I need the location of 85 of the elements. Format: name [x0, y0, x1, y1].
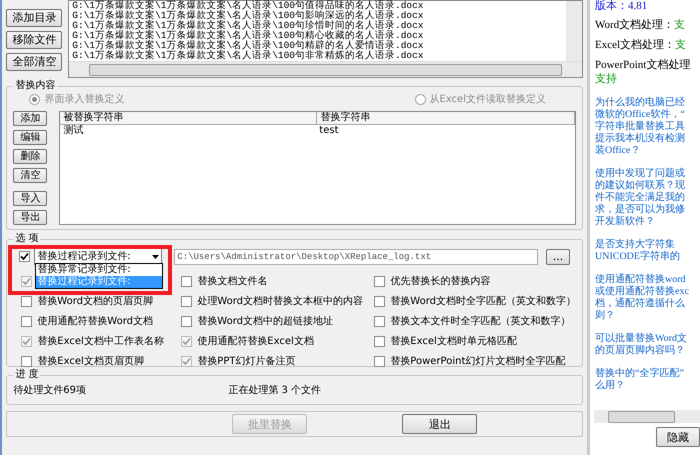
file-path[interactable]: G:\1万条爆款文案\1万条爆款文案\名人语录\100句精辟的名人爱情语录.docx [72, 41, 562, 51]
faq-link[interactable]: 档，通配符遵循什么 [595, 298, 700, 310]
checkbox[interactable] [181, 316, 192, 327]
faq-link[interactable]: 则？ [595, 310, 700, 322]
checkbox[interactable] [21, 296, 32, 307]
faq-link[interactable]: 或使用通配符替换exc [595, 286, 700, 298]
file-path[interactable]: G:\1万条爆款文案\1万条爆款文案\名人语录\100句影响深远的名人语录.docx [72, 11, 562, 21]
faq-link[interactable]: 开发新软件？ [595, 216, 700, 228]
replace-button[interactable]: 编辑 [13, 130, 48, 145]
checkbox[interactable] [374, 316, 386, 327]
faq-link[interactable]: 么用？ [595, 380, 700, 392]
checkbox-label[interactable]: 替换Word文档中的超链接地址 [197, 315, 333, 328]
replace-table[interactable]: 被替换字符串 替换字符串 测试 test [59, 111, 576, 225]
faq-link[interactable]: 替换中的“全字匹配” [595, 368, 700, 380]
horizontal-scrollbar[interactable] [594, 410, 700, 423]
support-value: 支持 [595, 73, 617, 85]
checkbox[interactable] [374, 356, 386, 367]
checkbox-label[interactable]: 处理Word文档时替换文本框中的内容 [197, 295, 363, 308]
file-list[interactable] [68, 0, 583, 78]
dropdown-arrow-icon [152, 254, 160, 258]
file-path[interactable]: G:\1万条爆款文案\1万条爆款文案\名人语录\100句非常精炼的名人语录.docx [72, 51, 562, 61]
faq-link[interactable]: 的页眉页脚内容吗？ [595, 345, 700, 357]
replace-button[interactable]: 导出 [13, 210, 48, 225]
table-cell-text: 测试 [62, 125, 84, 137]
faq-link[interactable]: 使用通配符替换word [595, 274, 700, 286]
faq-link[interactable]: 求，是否可以为我修 [595, 204, 700, 216]
horizontal-scrollbar[interactable] [69, 61, 582, 77]
checkbox[interactable] [21, 356, 32, 367]
support-label: PowerPoint文档处理 [595, 59, 690, 71]
log-path-field[interactable]: C:\Users\Administrator\Desktop\XReplace_log.txt [174, 248, 538, 264]
faq-link[interactable]: 可以批量替换Word文 [595, 333, 700, 345]
checkbox[interactable] [374, 336, 386, 347]
column-header[interactable]: 被替换字符串 [60, 112, 318, 124]
checkbox[interactable] [374, 296, 386, 307]
replace-button[interactable]: 添加 [13, 111, 48, 126]
faq-link[interactable]: 是否支持大字符集 [595, 239, 700, 251]
faq-link[interactable]: 微软的Office软件，“ [595, 109, 700, 121]
file-path[interactable]: G:\1万条爆款文案\1万条爆款文案\名人语录\100句精心收藏的名人语录.docx [72, 31, 562, 41]
support-label: Excel文档处理： [595, 39, 676, 51]
faq-link[interactable]: 使用中发现了问题或 [595, 168, 700, 180]
checkbox-label[interactable]: 使用通配符替换Word文档 [37, 315, 153, 328]
file-path[interactable]: G:\1万条爆款文案\1万条爆款文案\名人语录\100句值得品味的名人语录.docx [72, 1, 562, 11]
faq-link[interactable]: UNICODE字符串的 [595, 251, 700, 263]
checkbox[interactable] [21, 316, 32, 327]
support-value: 支 [675, 39, 686, 51]
browse-button[interactable]: ... [546, 248, 570, 264]
faq-link[interactable]: 件不能完全满足我的 [595, 192, 700, 204]
faq-link[interactable]: 装Office？ [595, 145, 700, 157]
checkbox[interactable] [374, 276, 386, 287]
checkbox-label[interactable]: 替换Excel文档时单元格匹配 [390, 335, 517, 348]
vertical-scrollbar[interactable] [566, 1, 582, 61]
file-button[interactable]: 添加目录 [6, 9, 62, 27]
group-title: 选 项 [13, 233, 40, 245]
faq-link[interactable]: 字符串批量替换工具 [595, 121, 700, 133]
checkbox-label[interactable]: 替换PowerPoint幻灯片文档时全字匹配 [390, 355, 566, 368]
group-title: 进 度 [13, 369, 40, 381]
file-button[interactable]: 全部清空 [6, 53, 62, 71]
faq-link[interactable]: 的建议如何联系？现 [595, 180, 700, 192]
checkbox-label[interactable]: 替换Word文档时全字匹配（英文和数字） [390, 295, 576, 308]
file-button[interactable]: 移除文件 [6, 31, 62, 49]
progress-status: 正在处理第 3 个文件 [228, 385, 322, 397]
checkbox-label[interactable]: 替换Excel文档页眉页脚 [37, 355, 144, 368]
checkbox-label[interactable]: 替换文本文件时全字匹配（英文和数字） [390, 315, 570, 328]
dropdown-option[interactable]: 替换异常记录到文件: [36, 264, 162, 276]
table-cell-text: test [318, 125, 340, 137]
checkbox[interactable] [181, 276, 192, 287]
file-path[interactable]: G:\1万条爆款文案\1万条爆款文案\名人语录\100句珍惜时间的名人语录.docx [72, 21, 562, 31]
replace-button[interactable]: 导入 [13, 191, 48, 206]
group-title: 替换内容 [13, 80, 58, 92]
hide-button[interactable]: 隐藏 [656, 427, 700, 447]
support-label: Word文档处理： [595, 19, 674, 31]
pending-count: 待处理文件69项 [13, 385, 88, 397]
action-button[interactable]: 退出 [402, 414, 478, 434]
faq-link[interactable]: 为什么我的电脑已经 [595, 97, 700, 109]
version-text: 版本：4.81 [595, 0, 648, 12]
checkbox-label[interactable]: 替换Word文档的页眉页脚 [37, 295, 153, 308]
checkbox-label[interactable]: 替换文档文件名 [197, 275, 268, 288]
replace-button[interactable]: 删除 [13, 149, 48, 164]
checkbox-label[interactable]: 优先替换长的替换内容 [390, 275, 490, 288]
replace-button[interactable]: 清空 [13, 168, 48, 183]
checkbox[interactable] [181, 296, 192, 307]
column-header[interactable]: 替换字符串 [317, 112, 575, 124]
checkbox[interactable] [19, 251, 30, 262]
faq-link[interactable]: 提示我本机没有检测 [595, 133, 700, 145]
support-value: 支 [674, 19, 686, 31]
